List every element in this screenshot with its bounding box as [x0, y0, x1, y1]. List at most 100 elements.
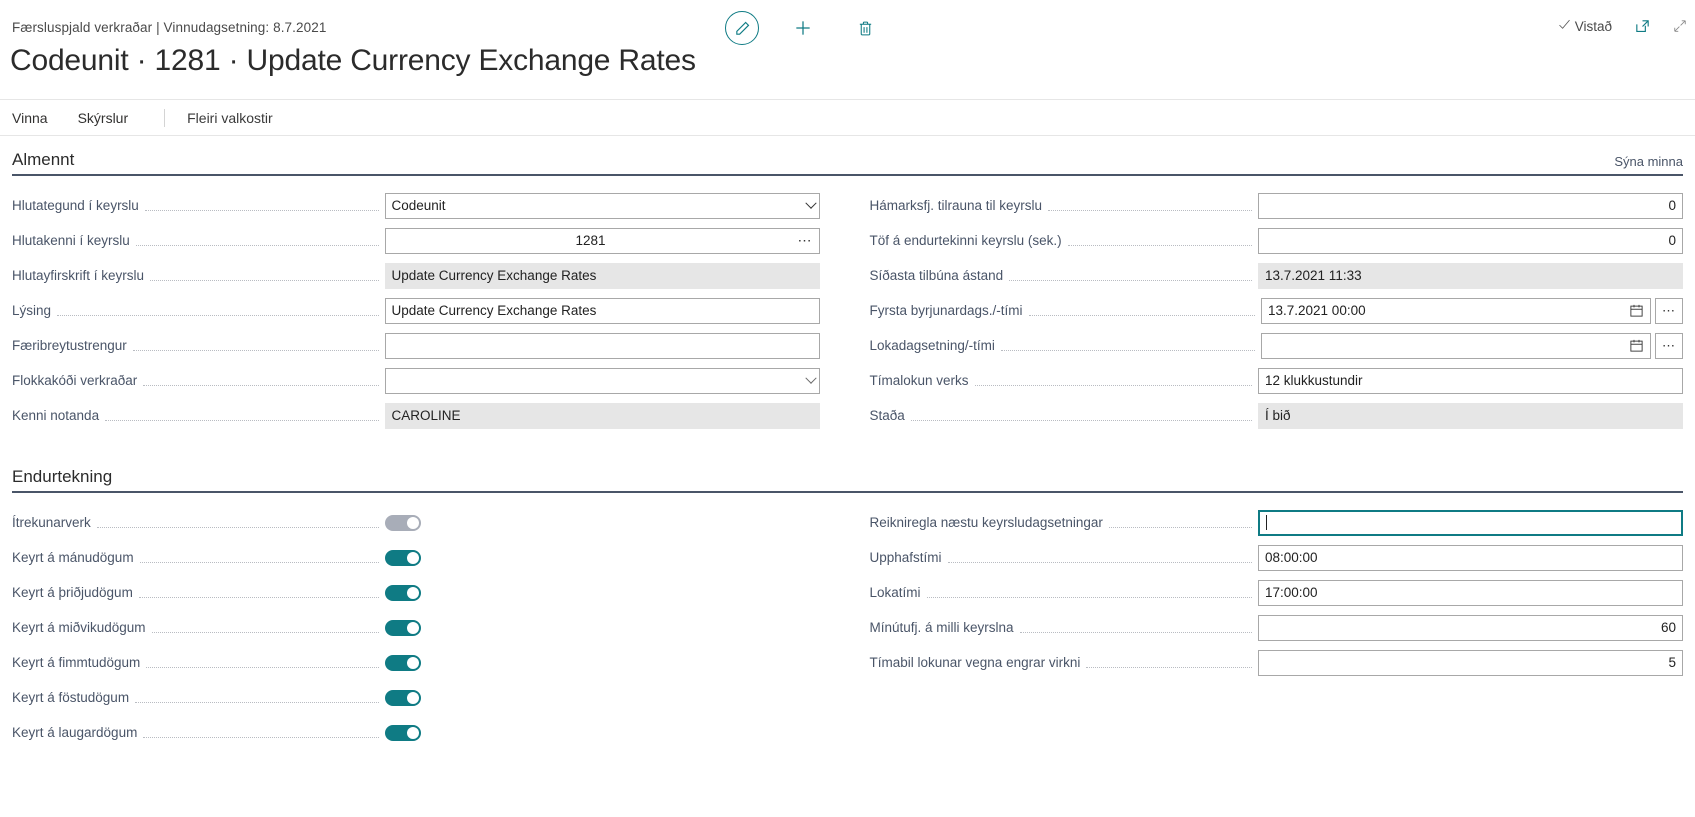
toggle-friday[interactable] — [385, 690, 421, 706]
almennt-right-column: Hámarksfj. tilrauna til keyrslu 0 Töf á … — [848, 188, 1684, 433]
faeribreytustrengur-input[interactable] — [385, 333, 820, 359]
leader-dots — [143, 737, 378, 738]
field-label: Upphafstími — [870, 550, 948, 565]
plus-icon[interactable] — [785, 10, 821, 46]
toggle-monday[interactable] — [385, 550, 421, 566]
minutufj-input[interactable]: 60 — [1258, 615, 1683, 641]
action-menubar: Vinna Skýrslur Fleiri valkostir — [0, 100, 1695, 136]
command-icons — [725, 10, 883, 46]
field-value: 12 klukkustundir — [1265, 373, 1363, 388]
menu-item-vinna[interactable]: Vinna — [12, 110, 62, 126]
section-header-almennt: Almennt Sýna minna — [12, 150, 1683, 176]
field-value: 13.7.2021 11:33 — [1265, 268, 1362, 283]
toggle-tuesday[interactable] — [385, 585, 421, 601]
field-row-timalokun: Tímalokun verks 12 klukkustundir — [870, 363, 1684, 398]
field-row-lysing: Lýsing Update Currency Exchange Rates — [12, 293, 820, 328]
datetime-assist-button[interactable]: ⋯ — [1655, 298, 1683, 324]
upphafstimi-input[interactable]: 08:00:00 — [1258, 545, 1683, 571]
hlutakenni-input[interactable]: 1281 ⋯ — [385, 228, 820, 254]
edit-pencil-icon[interactable] — [725, 11, 759, 45]
menu-more-options[interactable]: Fleiri valkostir — [187, 110, 273, 126]
hlutategund-select[interactable]: Codeunit — [385, 193, 820, 219]
lokadagsetning-input[interactable] — [1261, 333, 1651, 359]
field-label: Keyrt á laugardögum — [12, 725, 143, 740]
open-in-new-window-icon[interactable] — [1634, 18, 1651, 35]
field-label: Ítrekunarverk — [12, 515, 97, 530]
leader-dots — [146, 667, 378, 668]
field-row-faeribreytustrengur: Færibreytustrengur — [12, 328, 820, 363]
field-row-hlutayfirskrift: Hlutayfirskrift í keyrslu Update Currenc… — [12, 258, 820, 293]
lokatimi-input[interactable]: 17:00:00 — [1258, 580, 1683, 606]
calendar-icon[interactable] — [1629, 338, 1644, 353]
tof-input[interactable]: 0 — [1258, 228, 1683, 254]
toggle-row-midvikudogum: Keyrt á miðvikudögum — [12, 610, 820, 645]
field-row-sidasta-astand: Síðasta tilbúna ástand 13.7.2021 11:33 — [870, 258, 1684, 293]
field-row-lokatimi: Lokatími 17:00:00 — [870, 575, 1684, 610]
toggle-knob — [407, 517, 419, 529]
field-value: Codeunit — [392, 198, 446, 213]
saved-status: Vistað — [1557, 17, 1612, 35]
expand-arrow-icon[interactable] — [1673, 19, 1687, 33]
toggle-wednesday[interactable] — [385, 620, 421, 636]
datetime-assist-button[interactable]: ⋯ — [1655, 333, 1683, 359]
calendar-icon[interactable] — [1629, 303, 1644, 318]
field-value: 0 — [1668, 198, 1676, 213]
toggle-saturday[interactable] — [385, 725, 421, 741]
toggle-knob — [407, 587, 419, 599]
fyrsta-byrjun-input[interactable]: 13.7.2021 00:00 — [1261, 298, 1651, 324]
leader-dots — [1048, 210, 1252, 211]
field-value: 5 — [1668, 655, 1676, 670]
text-cursor — [1266, 515, 1267, 530]
trash-icon[interactable] — [847, 10, 883, 46]
field-label: Flokkakóði verkraðar — [12, 373, 143, 388]
show-less-link[interactable]: Sýna minna — [1614, 154, 1683, 170]
field-label: Mínútufj. á milli keyrslna — [870, 620, 1020, 635]
hamarksfj-input[interactable]: 0 — [1258, 193, 1683, 219]
field-value: CAROLINE — [392, 408, 461, 423]
flokkakodi-dropdown[interactable] — [385, 368, 820, 394]
field-value: Update Currency Exchange Rates — [392, 268, 597, 283]
leader-dots — [1068, 245, 1252, 246]
toggle-itrekunarverk[interactable] — [385, 515, 421, 531]
toggle-row-manudogum: Keyrt á mánudögum — [12, 540, 820, 575]
field-label: Keyrt á miðvikudögum — [12, 620, 152, 635]
sidasta-astand-readonly: 13.7.2021 11:33 — [1258, 263, 1683, 289]
leader-dots — [911, 420, 1252, 421]
toggle-thursday[interactable] — [385, 655, 421, 671]
checkmark-icon — [1557, 17, 1572, 35]
reikniregla-input[interactable] — [1258, 510, 1683, 536]
leader-dots — [57, 315, 378, 316]
leader-dots — [1001, 350, 1255, 351]
leader-dots — [1109, 527, 1252, 528]
toggle-row-laugardogum: Keyrt á laugardögum — [12, 715, 820, 750]
menu-item-skyrslur[interactable]: Skýrslur — [78, 110, 143, 126]
timalokun-input[interactable]: 12 klukkustundir — [1258, 368, 1683, 394]
toggle-row-thridjudogum: Keyrt á þriðjudögum — [12, 575, 820, 610]
field-row-tof: Töf á endurtekinni keyrslu (sek.) 0 — [870, 223, 1684, 258]
leader-dots — [150, 280, 378, 281]
field-label: Fyrsta byrjunardags./-tími — [870, 303, 1029, 318]
toggle-row-fostudogum: Keyrt á föstudögum — [12, 680, 820, 715]
field-value: Update Currency Exchange Rates — [392, 303, 597, 318]
hlutayfirskrift-readonly: Update Currency Exchange Rates — [385, 263, 820, 289]
leader-dots — [97, 527, 379, 528]
field-value: 0 — [1668, 233, 1676, 248]
endurtekning-right-column: Reikniregla næstu keyrsludagsetningar Up… — [848, 505, 1684, 750]
chevron-down-icon — [805, 372, 816, 383]
leader-dots — [140, 562, 379, 563]
field-label: Færibreytustrengur — [12, 338, 133, 353]
timabil-lokunar-input[interactable]: 5 — [1258, 650, 1683, 676]
toggle-knob — [407, 622, 419, 634]
breadcrumb: Færsluspjald verkraðar | Vinnudagsetning… — [12, 20, 326, 35]
stada-readonly: Í bið — [1258, 403, 1683, 429]
field-label: Töf á endurtekinni keyrslu (sek.) — [870, 233, 1068, 248]
field-label: Staða — [870, 408, 911, 423]
lookup-ellipsis-icon[interactable]: ⋯ — [789, 232, 812, 249]
field-label: Lokatími — [870, 585, 927, 600]
toggle-row-fimmtudogum: Keyrt á fimmtudögum — [12, 645, 820, 680]
section-endurtekning: Endurtekning Ítrekunarverk Keyrt á mánud… — [0, 467, 1695, 750]
lysing-input[interactable]: Update Currency Exchange Rates — [385, 298, 820, 324]
chevron-down-icon — [805, 197, 816, 208]
field-label: Tímabil lokunar vegna engrar virkni — [870, 655, 1087, 670]
leader-dots — [975, 385, 1252, 386]
